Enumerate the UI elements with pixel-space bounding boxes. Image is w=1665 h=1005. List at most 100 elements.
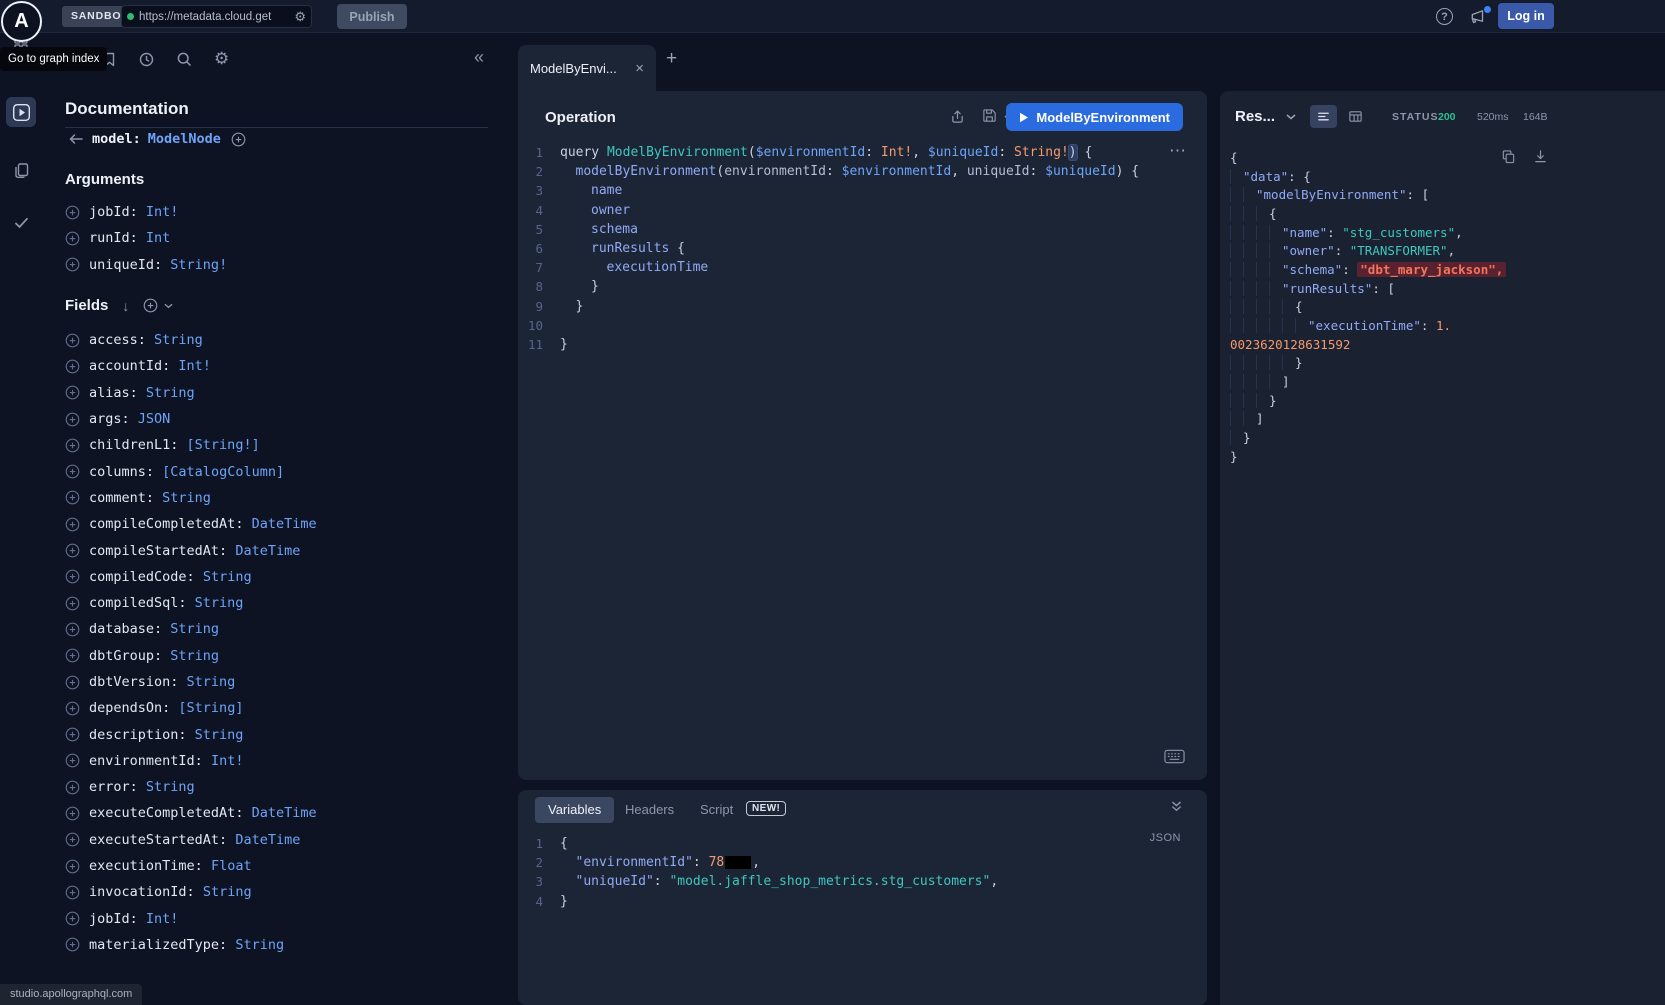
download-response-icon[interactable] — [1533, 149, 1548, 164]
settings-gear-icon[interactable]: ⚙ — [214, 49, 229, 69]
tab-headers[interactable]: Headers — [625, 797, 674, 823]
code-line: { — [1230, 204, 1659, 223]
notification-dot — [1484, 6, 1491, 13]
play-icon — [1019, 112, 1029, 123]
argument-row[interactable]: jobId: Int! — [65, 199, 505, 225]
add-field-icon[interactable] — [65, 517, 80, 532]
help-icon[interactable]: ? — [1436, 8, 1453, 25]
sort-fields-icon[interactable]: ↓ — [122, 298, 129, 314]
fields-title: Fields — [65, 297, 108, 314]
add-field-icon[interactable] — [65, 385, 80, 400]
breadcrumb-type[interactable]: ModelNode — [148, 131, 221, 147]
add-field-icon[interactable] — [65, 543, 80, 558]
sidebar-item-collections[interactable] — [13, 162, 30, 179]
docs-panel-title: Documentation — [65, 99, 189, 119]
field-row[interactable]: error: String — [65, 774, 505, 800]
field-row[interactable]: jobId: Int! — [65, 906, 505, 932]
add-field-icon[interactable] — [65, 569, 80, 584]
login-button[interactable]: Log in — [1498, 3, 1554, 29]
field-row[interactable]: compileCompletedAt: DateTime — [65, 511, 505, 537]
field-row[interactable]: dbtGroup: String — [65, 643, 505, 669]
add-field-icon[interactable] — [65, 859, 80, 874]
add-field-icon[interactable] — [65, 412, 80, 427]
add-field-icon[interactable] — [65, 727, 80, 742]
tab-script[interactable]: Script — [700, 797, 733, 823]
collapse-docs-icon[interactable]: « — [474, 47, 484, 68]
field-row[interactable]: invocationId: String — [65, 879, 505, 905]
add-field-icon[interactable] — [65, 911, 80, 926]
code-line: } — [1230, 428, 1659, 447]
field-row[interactable]: dependsOn: [String] — [65, 695, 505, 721]
field-row[interactable]: accountId: Int! — [65, 353, 505, 379]
variables-editor[interactable]: 1{2"environmentId": 78,3"uniqueId": "mod… — [518, 834, 1207, 911]
add-field-icon[interactable] — [65, 205, 80, 220]
field-row[interactable]: args: JSON — [65, 406, 505, 432]
sidebar-item-checks[interactable] — [13, 214, 30, 231]
field-row[interactable]: compileStartedAt: DateTime — [65, 537, 505, 563]
field-row[interactable]: database: String — [65, 616, 505, 642]
add-field-icon[interactable] — [65, 701, 80, 716]
add-field-icon[interactable] — [65, 806, 80, 821]
run-operation-button[interactable]: ModelByEnvironment — [1006, 103, 1183, 131]
add-field-icon[interactable] — [65, 753, 80, 768]
add-field-icon[interactable] — [65, 438, 80, 453]
add-field-icon[interactable] — [65, 885, 80, 900]
publish-button[interactable]: Publish — [337, 4, 407, 29]
add-field-icon[interactable] — [65, 622, 80, 637]
code-line: 10 — [518, 316, 1207, 335]
response-chevron-icon[interactable] — [1286, 114, 1296, 120]
add-field-icon[interactable] — [65, 596, 80, 611]
field-row[interactable]: compiledSql: String — [65, 590, 505, 616]
field-row[interactable]: access: String — [65, 327, 505, 353]
code-line: { — [1230, 148, 1659, 167]
tree-view-toggle[interactable] — [1310, 105, 1337, 128]
add-field-icon[interactable] — [65, 464, 80, 479]
add-field-icon[interactable] — [65, 832, 80, 847]
close-tab-icon[interactable]: × — [635, 61, 644, 76]
table-view-toggle[interactable] — [1342, 105, 1369, 128]
field-row[interactable]: columns: [CatalogColumn] — [65, 458, 505, 484]
announcements-icon[interactable] — [1468, 9, 1485, 24]
add-tab-icon[interactable]: + — [666, 48, 677, 70]
add-all-fields-icon[interactable] — [231, 132, 246, 147]
share-icon[interactable] — [950, 109, 965, 124]
field-row[interactable]: executeStartedAt: DateTime — [65, 827, 505, 853]
field-row[interactable]: executeCompletedAt: DateTime — [65, 800, 505, 826]
copy-response-icon[interactable] — [1501, 149, 1516, 164]
field-row[interactable]: childrenL1: [String!] — [65, 432, 505, 458]
add-field-icon[interactable] — [65, 257, 80, 272]
field-row[interactable]: comment: String — [65, 485, 505, 511]
add-field-icon[interactable] — [65, 675, 80, 690]
history-icon[interactable] — [138, 51, 155, 68]
chevron-down-icon[interactable] — [164, 303, 173, 309]
field-row[interactable]: description: String — [65, 721, 505, 747]
back-icon[interactable] — [68, 132, 84, 146]
field-row[interactable]: dbtVersion: String — [65, 669, 505, 695]
add-all-fields-icon[interactable] — [143, 298, 158, 313]
field-row[interactable]: alias: String — [65, 380, 505, 406]
operation-editor[interactable]: 1query ModelByEnvironment($environmentId… — [518, 143, 1207, 354]
tab-modelbyenvironment[interactable]: ModelByEnvi... × — [518, 45, 656, 91]
add-field-icon[interactable] — [65, 648, 80, 663]
field-row[interactable]: compiledCode: String — [65, 564, 505, 590]
field-row[interactable]: environmentId: Int! — [65, 748, 505, 774]
argument-row[interactable]: runId: Int — [65, 225, 505, 251]
field-row[interactable]: executionTime: Float — [65, 853, 505, 879]
add-field-icon[interactable] — [65, 333, 80, 348]
add-field-icon[interactable] — [65, 359, 80, 374]
add-field-icon[interactable] — [65, 937, 80, 952]
save-icon[interactable] — [982, 108, 997, 123]
collapse-panel-icon[interactable] — [1170, 800, 1183, 813]
add-field-icon[interactable] — [65, 490, 80, 505]
add-field-icon[interactable] — [65, 231, 80, 246]
field-row[interactable]: materializedType: String — [65, 932, 505, 958]
sidebar-item-explorer[interactable] — [6, 97, 36, 127]
argument-row[interactable]: uniqueId: String! — [65, 252, 505, 278]
sandbox-url-input[interactable]: https://metadata.cloud.get ⚙ — [121, 5, 312, 28]
connection-settings-icon[interactable]: ⚙ — [294, 10, 306, 23]
tab-variables[interactable]: Variables — [535, 797, 614, 823]
search-icon[interactable] — [176, 51, 193, 68]
add-field-icon[interactable] — [65, 780, 80, 795]
keyboard-shortcuts-icon[interactable] — [1164, 749, 1185, 764]
apollo-logo[interactable]: A — [1, 1, 42, 42]
